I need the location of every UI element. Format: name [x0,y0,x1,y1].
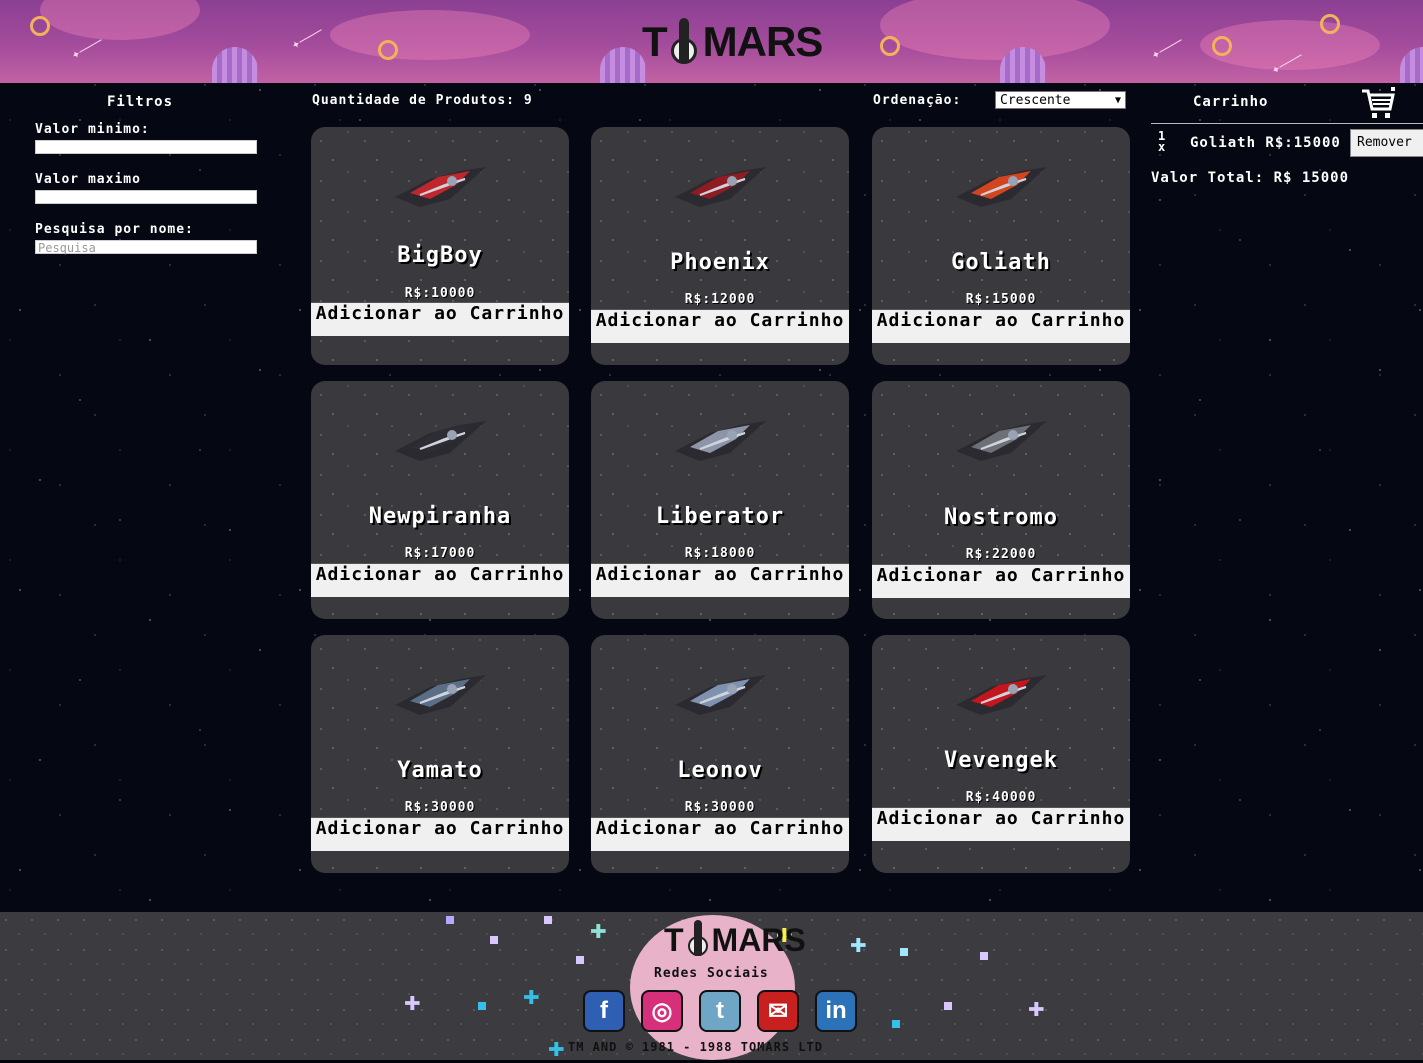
product-name: Yamato [397,758,483,783]
product-card: BigBoy R$:10000 Adicionar ao Carrinho [311,127,569,365]
header-banner: ✦——— ✦——— ✦——— ✦——— T MARS [0,0,1423,83]
product-name: Newpiranha [368,504,512,529]
social-title: Redes Sociais [654,966,769,981]
add-to-cart-button[interactable]: Adicionar ao Carrinho [872,807,1130,841]
product-name: Vevengek [944,748,1058,773]
add-to-cart-button[interactable]: Adicionar ao Carrinho [311,563,569,597]
product-name: Phoenix [670,250,770,275]
linkedin-icon[interactable]: in [817,992,855,1030]
product-name: BigBoy [397,243,483,268]
max-value-label: Valor maximo [35,172,141,187]
footer-logo-letter-t: T [664,921,684,958]
product-name: Liberator [655,504,785,529]
product-price: R$:17000 [404,546,476,561]
spaceship-image [956,675,1047,715]
footer: ✚ ✚ ✚ ✚ ✚ ✚ ✚ T MARS Redes Sociais f ◎ t ✉ i… [0,912,1423,1063]
spaceship-image [675,167,766,207]
product-card: Newpiranha R$:17000 Adicionar ao Carrinho [311,381,569,619]
product-price: R$:10000 [404,286,476,301]
footer-logo[interactable]: T MARS [664,914,806,966]
cart-item-label: Goliath R$:15000 [1190,135,1341,151]
spaceship-image [956,421,1047,461]
add-to-cart-button[interactable]: Adicionar ao Carrinho [591,817,849,851]
rocket-icon [670,14,697,70]
product-card: Liberator R$:18000 Adicionar ao Carrinho [591,381,849,619]
product-price: R$:30000 [404,800,476,815]
filters-title: Filtros [107,94,174,110]
twitter-icon[interactable]: t [701,992,739,1030]
product-count: Quantidade de Produtos: 9 [312,93,533,108]
product-price: R$:18000 [684,546,756,561]
remove-button[interactable]: Remover [1350,129,1423,157]
search-input[interactable]: Pesquisa [35,240,257,255]
email-icon[interactable]: ✉ [759,992,797,1030]
search-label: Pesquisa por nome: [35,222,194,237]
add-to-cart-button[interactable]: Adicionar ao Carrinho [872,564,1130,598]
logo-text: MARS [702,18,824,65]
spaceship-image [675,675,766,715]
cart-item-qty-suffix: x [1158,140,1166,154]
facebook-icon[interactable]: f [585,992,623,1030]
add-to-cart-button[interactable]: Adicionar ao Carrinho [311,302,569,336]
product-card: Yamato R$:30000 Adicionar ao Carrinho [311,635,569,873]
add-to-cart-button[interactable]: Adicionar ao Carrinho [591,563,849,597]
sort-selected-value: Crescente [1000,92,1071,108]
sort-select[interactable]: Crescente ▼ [995,91,1126,109]
spaceship-image [395,421,486,461]
min-value-input[interactable] [35,140,257,154]
product-card: Leonov R$:30000 Adicionar ao Carrinho [591,635,849,873]
product-name: Nostromo [944,505,1058,530]
product-price: R$:15000 [965,292,1037,307]
product-card: Vevengek R$:40000 Adicionar ao Carrinho [872,635,1130,873]
product-price: R$:12000 [684,292,756,307]
logo-letter-t: T [642,18,668,65]
min-value-label: Valor minimo: [35,122,150,137]
product-price: R$:22000 [965,547,1037,562]
filters-panel: Filtros Valor minimo: Valor maximo Pesqu… [35,94,260,272]
product-price: R$:30000 [684,800,756,815]
product-name: Goliath [951,250,1051,275]
add-to-cart-button[interactable]: Adicionar ao Carrinho [591,309,849,343]
product-card: Phoenix R$:12000 Adicionar ao Carrinho [591,127,849,365]
logo[interactable]: T MARS [642,10,824,74]
product-card: Goliath R$:15000 Adicionar ao Carrinho [872,127,1130,365]
add-to-cart-button[interactable]: Adicionar ao Carrinho [872,309,1130,343]
copyright: TM AND © 1981 - 1988 TOMARS LTD [568,1040,823,1054]
instagram-icon[interactable]: ◎ [643,992,681,1030]
sort-label: Ordenação: [873,93,962,108]
rocket-icon [687,918,708,962]
product-price: R$:40000 [965,790,1037,805]
product-name: Leonov [677,758,763,783]
add-to-cart-button[interactable]: Adicionar ao Carrinho [311,817,569,851]
cart-divider [1151,123,1423,124]
product-card: Nostromo R$:22000 Adicionar ao Carrinho [872,381,1130,619]
max-value-input[interactable] [35,190,257,204]
spaceship-image [395,675,486,715]
spaceship-image [675,421,766,461]
spaceship-image [956,167,1047,207]
cart-total: Valor Total: R$ 15000 [1151,170,1350,186]
cart-icon[interactable] [1360,87,1396,121]
cart-title: Carrinho [1193,94,1269,110]
spaceship-image [395,167,486,207]
cart-item-quantity: 1 x [1158,130,1166,154]
footer-logo-text: MARS [711,921,806,958]
chevron-down-icon: ▼ [1114,94,1121,106]
